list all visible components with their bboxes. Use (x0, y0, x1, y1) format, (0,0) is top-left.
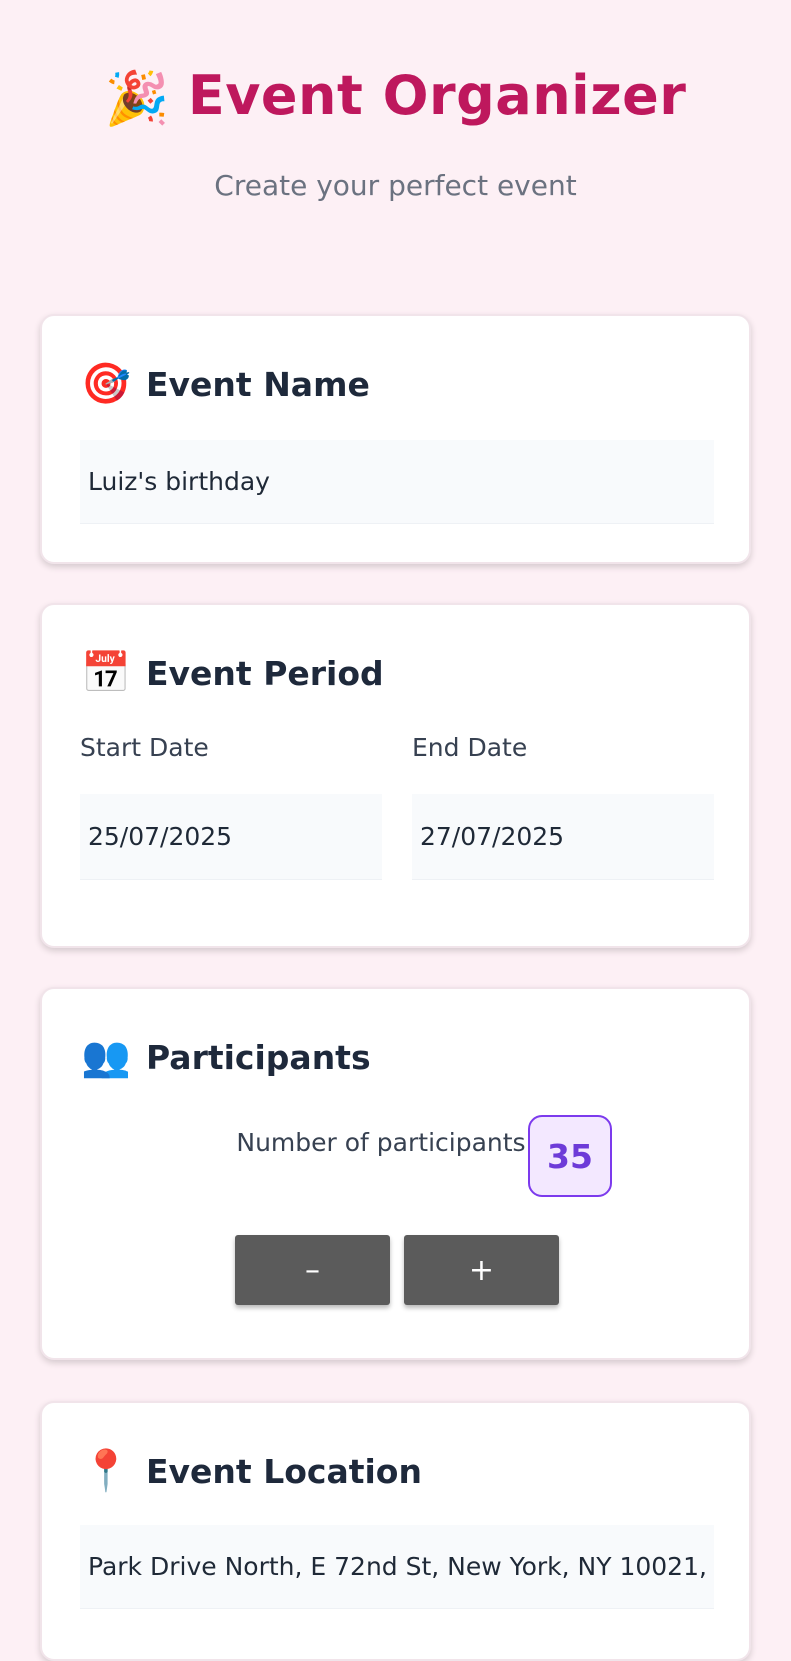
party-popper-icon: 🎉 (104, 69, 170, 129)
people-icon: 👥 (81, 1034, 131, 1080)
event-location-card: 📍 Event Location Park Drive North, E 72n… (40, 1401, 751, 1661)
participants-title: Participants (146, 1037, 371, 1077)
decrement-button[interactable]: – (235, 1235, 390, 1305)
event-period-title: Event Period (146, 653, 384, 693)
end-date-input[interactable]: 27/07/2025 (412, 794, 714, 880)
event-location-title: Event Location (146, 1451, 422, 1491)
event-name-title: Event Name (146, 364, 370, 404)
calendar-icon: 📅 (81, 650, 131, 696)
event-name-input[interactable]: Luiz's birthday (80, 440, 714, 524)
event-location-header: 📍 Event Location (81, 1443, 422, 1499)
increment-button[interactable]: + (404, 1235, 559, 1305)
page-title: 🎉 Event Organizer (0, 56, 791, 139)
page-subtitle: Create your perfect event (214, 169, 577, 202)
participants-count: 35 (528, 1115, 612, 1197)
page-header: 🎉 Event Organizer Create your perfect eve… (0, 0, 791, 260)
event-period-card: 📅 Event Period Start Date End Date 25/07… (40, 603, 751, 948)
location-pin-icon: 📍 (81, 1448, 131, 1494)
event-name-header: 🎯 Event Name (81, 356, 370, 412)
participants-card: 👥 Participants Number of participants: 3… (40, 987, 751, 1360)
end-date-label: End Date (412, 733, 528, 762)
start-date-label: Start Date (80, 733, 209, 762)
participants-count-label: Number of participants: (236, 1128, 534, 1157)
start-date-input[interactable]: 25/07/2025 (80, 794, 382, 880)
event-period-header: 📅 Event Period (81, 645, 384, 701)
target-icon: 🎯 (81, 361, 131, 407)
event-location-input[interactable]: Park Drive North, E 72nd St, New York, N… (80, 1525, 714, 1609)
participants-header: 👥 Participants (81, 1029, 371, 1085)
app-title: Event Organizer (187, 64, 687, 127)
event-name-card: 🎯 Event Name Luiz's birthday (40, 314, 751, 564)
